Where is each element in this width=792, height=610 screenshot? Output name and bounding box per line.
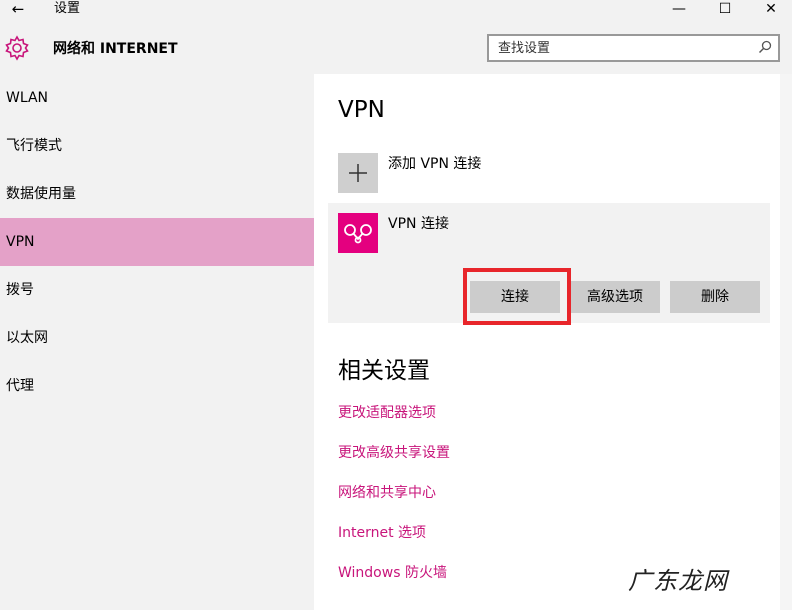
sidebar-item-dialup[interactable]: 拨号 — [0, 266, 314, 314]
header: 网络和 INTERNET — [0, 20, 792, 74]
close-button[interactable]: ✕ — [748, 0, 792, 20]
link-network-sharing-center[interactable]: 网络和共享中心 — [338, 484, 436, 502]
sidebar-item-wlan[interactable]: WLAN — [0, 74, 314, 122]
sidebar-item-label: WLAN — [6, 90, 49, 106]
search-input[interactable] — [489, 36, 739, 60]
sidebar-item-label: 飞行模式 — [6, 138, 62, 154]
plus-icon — [349, 164, 367, 182]
sidebar-item-label: 以太网 — [6, 330, 48, 346]
search-icon[interactable] — [758, 40, 772, 54]
sidebar-item-label: 数据使用量 — [6, 186, 76, 202]
back-button[interactable]: ← — [8, 0, 28, 18]
page-title: 网络和 INTERNET — [53, 41, 178, 57]
vpn-connection-name: VPN 连接 — [388, 216, 449, 232]
link-change-adapter-options[interactable]: 更改适配器选项 — [338, 404, 436, 422]
advanced-options-button[interactable]: 高级选项 — [570, 281, 660, 313]
sidebar-item-proxy[interactable]: 代理 — [0, 362, 314, 410]
vpn-section-title: VPN — [338, 97, 385, 123]
sidebar-item-vpn[interactable]: VPN — [0, 218, 314, 266]
vpn-connection-tile — [338, 213, 378, 253]
sidebar-item-data-usage[interactable]: 数据使用量 — [0, 170, 314, 218]
add-vpn-label[interactable]: 添加 VPN 连接 — [388, 155, 481, 173]
title-bar: ← 设置 — ☐ ✕ — [0, 0, 792, 20]
sidebar-item-airplane-mode[interactable]: 飞行模式 — [0, 122, 314, 170]
vpn-icon — [344, 224, 372, 244]
link-advanced-sharing-settings[interactable]: 更改高级共享设置 — [338, 444, 450, 462]
sidebar-item-label: 拨号 — [6, 282, 34, 298]
app-title: 设置 — [54, 1, 81, 16]
search-box[interactable] — [487, 34, 780, 62]
minimize-button[interactable]: — — [656, 0, 702, 20]
scrollbar[interactable] — [780, 74, 792, 610]
delete-button[interactable]: 删除 — [670, 281, 760, 313]
watermark: 广东龙网 — [628, 567, 728, 595]
link-windows-firewall[interactable]: Windows 防火墙 — [338, 564, 447, 582]
sidebar-item-label: VPN — [6, 234, 35, 250]
related-settings-title: 相关设置 — [338, 358, 430, 384]
sidebar-item-label: 代理 — [6, 378, 34, 394]
sidebar-item-ethernet[interactable]: 以太网 — [0, 314, 314, 362]
maximize-button[interactable]: ☐ — [702, 0, 748, 20]
link-internet-options[interactable]: Internet 选项 — [338, 524, 426, 542]
add-vpn-button[interactable] — [338, 153, 378, 193]
highlight-annotation — [463, 268, 571, 325]
gear-icon — [5, 35, 29, 61]
